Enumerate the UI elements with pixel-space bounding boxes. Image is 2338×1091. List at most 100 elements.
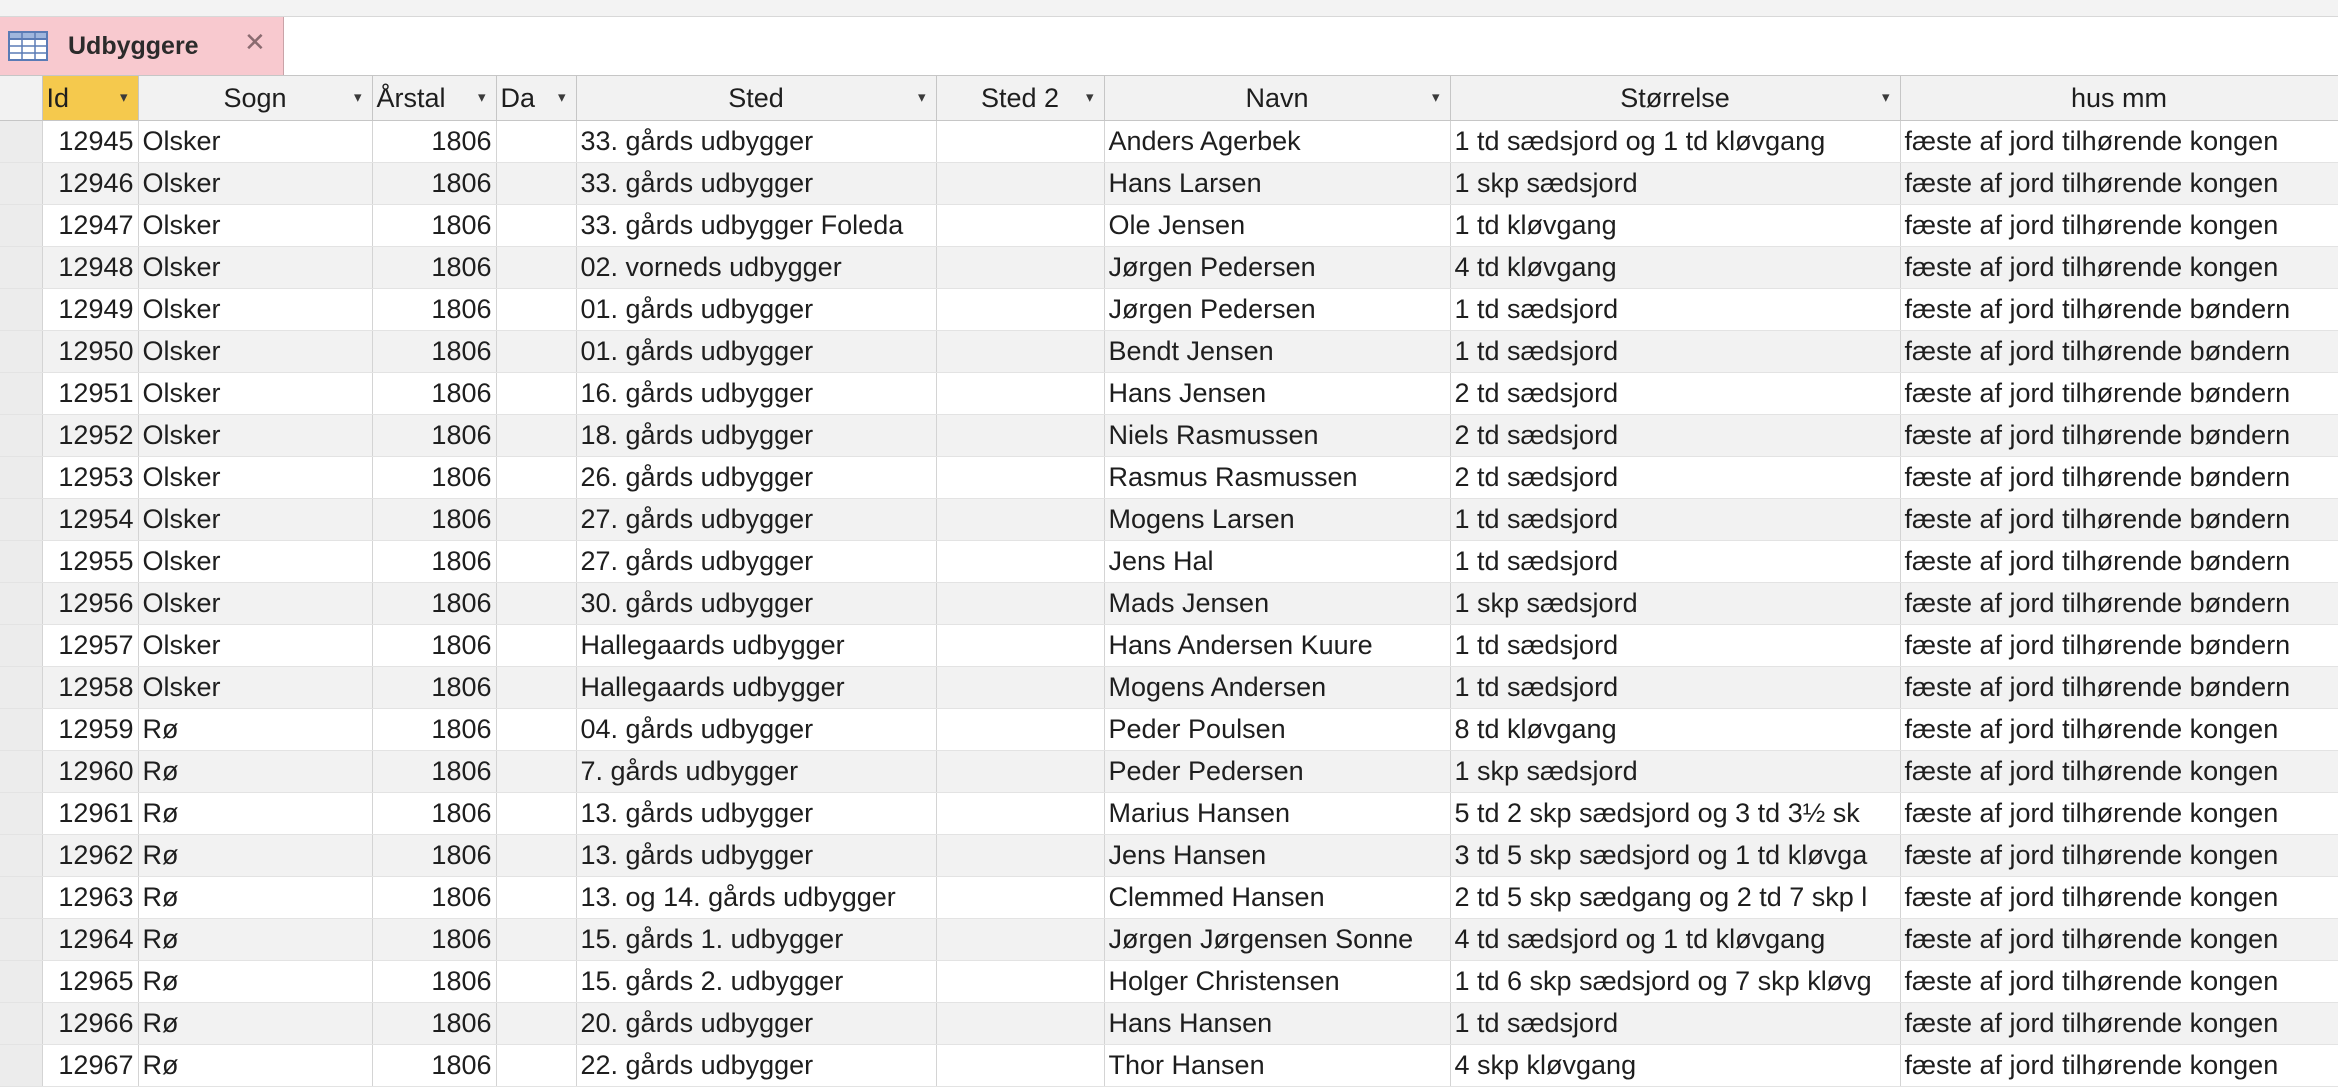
table-row[interactable]: 12953 Olsker 1806 26. gårds udbygger Rasmus …: [0, 456, 2338, 499]
cell-navn[interactable]: Jørgen Pedersen: [1104, 288, 1451, 331]
table-row[interactable]: 12957 Olsker 1806 Hallegaards udbygger Hans …: [0, 624, 2338, 667]
record-selector[interactable]: [0, 540, 43, 583]
cell-navn[interactable]: Jens Hal: [1104, 540, 1451, 583]
record-selector[interactable]: [0, 750, 43, 793]
cell-id[interactable]: 12948: [42, 246, 139, 289]
cell-sted[interactable]: 16. gårds udbygger: [576, 372, 937, 415]
record-selector[interactable]: [0, 204, 43, 247]
cell-sted2[interactable]: [936, 456, 1105, 499]
cell-sted[interactable]: 7. gårds udbygger: [576, 750, 937, 793]
cell-husmm[interactable]: fæste af jord tilhørende bøndern: [1900, 456, 2338, 499]
column-header-sogn[interactable]: Sogn ▾: [138, 76, 373, 121]
cell-da[interactable]: [496, 1044, 577, 1087]
cell-sted[interactable]: 13. og 14. gårds udbygger: [576, 876, 937, 919]
cell-navn[interactable]: Holger Christensen: [1104, 960, 1451, 1003]
cell-navn[interactable]: Jens Hansen: [1104, 834, 1451, 877]
record-selector[interactable]: [0, 708, 43, 751]
cell-sted2[interactable]: [936, 1044, 1105, 1087]
column-header-aarstal[interactable]: Årstal ▾: [372, 76, 497, 121]
table-row[interactable]: 12963 Rø 1806 13. og 14. gårds udbygger Clem…: [0, 876, 2338, 919]
table-row[interactable]: 12951 Olsker 1806 16. gårds udbygger Hans Je…: [0, 372, 2338, 415]
filter-dropdown-icon[interactable]: ▾: [1086, 76, 1094, 120]
cell-sted[interactable]: 27. gårds udbygger: [576, 498, 937, 541]
column-header-navn[interactable]: Navn ▾: [1104, 76, 1451, 121]
cell-husmm[interactable]: fæste af jord tilhørende bøndern: [1900, 624, 2338, 667]
cell-navn[interactable]: Peder Pedersen: [1104, 750, 1451, 793]
cell-aarstal[interactable]: 1806: [372, 876, 497, 919]
cell-id[interactable]: 12949: [42, 288, 139, 331]
document-tab-udbyggere[interactable]: Udbyggere ✕: [0, 17, 284, 75]
cell-sogn[interactable]: Olsker: [138, 372, 373, 415]
cell-aarstal[interactable]: 1806: [372, 498, 497, 541]
cell-husmm[interactable]: fæste af jord tilhørende bøndern: [1900, 288, 2338, 331]
select-all-corner[interactable]: [0, 76, 43, 121]
cell-husmm[interactable]: fæste af jord tilhørende bøndern: [1900, 414, 2338, 457]
cell-sogn[interactable]: Rø: [138, 834, 373, 877]
cell-stoerrelse[interactable]: 1 skp sædsjord: [1450, 162, 1901, 205]
table-row[interactable]: 12966 Rø 1806 20. gårds udbygger Hans Hansen…: [0, 1002, 2338, 1045]
cell-sted[interactable]: 30. gårds udbygger: [576, 582, 937, 625]
cell-stoerrelse[interactable]: 1 td 6 skp sædsjord og 7 skp kløvg: [1450, 960, 1901, 1003]
cell-aarstal[interactable]: 1806: [372, 414, 497, 457]
cell-da[interactable]: [496, 582, 577, 625]
cell-da[interactable]: [496, 918, 577, 961]
table-row[interactable]: 12956 Olsker 1806 30. gårds udbygger Mads Je…: [0, 582, 2338, 625]
cell-id[interactable]: 12951: [42, 372, 139, 415]
column-header-id[interactable]: Id ▾: [42, 76, 139, 121]
cell-sogn[interactable]: Olsker: [138, 330, 373, 373]
cell-sted[interactable]: 02. vorneds udbygger: [576, 246, 937, 289]
record-selector[interactable]: [0, 162, 43, 205]
cell-sted2[interactable]: [936, 792, 1105, 835]
cell-navn[interactable]: Marius Hansen: [1104, 792, 1451, 835]
cell-sted[interactable]: 22. gårds udbygger: [576, 1044, 937, 1087]
cell-aarstal[interactable]: 1806: [372, 834, 497, 877]
cell-navn[interactable]: Ole Jensen: [1104, 204, 1451, 247]
cell-da[interactable]: [496, 750, 577, 793]
record-selector[interactable]: [0, 414, 43, 457]
cell-sted[interactable]: 15. gårds 1. udbygger: [576, 918, 937, 961]
table-row[interactable]: 12950 Olsker 1806 01. gårds udbygger Bendt J…: [0, 330, 2338, 373]
cell-sogn[interactable]: Rø: [138, 918, 373, 961]
cell-navn[interactable]: Bendt Jensen: [1104, 330, 1451, 373]
cell-navn[interactable]: Jørgen Jørgensen Sonne: [1104, 918, 1451, 961]
cell-aarstal[interactable]: 1806: [372, 204, 497, 247]
cell-sted2[interactable]: [936, 204, 1105, 247]
cell-stoerrelse[interactable]: 1 td sædsjord: [1450, 330, 1901, 373]
cell-husmm[interactable]: fæste af jord tilhørende kongen: [1900, 1002, 2338, 1045]
cell-aarstal[interactable]: 1806: [372, 582, 497, 625]
cell-id[interactable]: 12959: [42, 708, 139, 751]
cell-sogn[interactable]: Rø: [138, 792, 373, 835]
record-selector[interactable]: [0, 834, 43, 877]
cell-da[interactable]: [496, 288, 577, 331]
cell-id[interactable]: 12954: [42, 498, 139, 541]
record-selector[interactable]: [0, 792, 43, 835]
cell-sted2[interactable]: [936, 330, 1105, 373]
cell-aarstal[interactable]: 1806: [372, 960, 497, 1003]
cell-sted2[interactable]: [936, 960, 1105, 1003]
table-row[interactable]: 12945 Olsker 1806 33. gårds udbygger Anders …: [0, 120, 2338, 163]
cell-aarstal[interactable]: 1806: [372, 666, 497, 709]
cell-husmm[interactable]: fæste af jord tilhørende kongen: [1900, 162, 2338, 205]
cell-id[interactable]: 12963: [42, 876, 139, 919]
cell-sted[interactable]: Hallegaards udbygger: [576, 666, 937, 709]
cell-husmm[interactable]: fæste af jord tilhørende kongen: [1900, 960, 2338, 1003]
cell-sogn[interactable]: Olsker: [138, 414, 373, 457]
cell-sogn[interactable]: Rø: [138, 708, 373, 751]
cell-sted2[interactable]: [936, 834, 1105, 877]
cell-navn[interactable]: Rasmus Rasmussen: [1104, 456, 1451, 499]
cell-sogn[interactable]: Olsker: [138, 162, 373, 205]
cell-stoerrelse[interactable]: 1 td sædsjord: [1450, 1002, 1901, 1045]
cell-sted[interactable]: 13. gårds udbygger: [576, 834, 937, 877]
cell-aarstal[interactable]: 1806: [372, 624, 497, 667]
cell-da[interactable]: [496, 1002, 577, 1045]
table-row[interactable]: 12959 Rø 1806 04. gårds udbygger Peder Pouls…: [0, 708, 2338, 751]
cell-sted[interactable]: 18. gårds udbygger: [576, 414, 937, 457]
cell-id[interactable]: 12946: [42, 162, 139, 205]
filter-dropdown-icon[interactable]: ▾: [558, 76, 566, 120]
cell-sted2[interactable]: [936, 666, 1105, 709]
filter-dropdown-icon[interactable]: ▾: [120, 76, 128, 120]
cell-navn[interactable]: Thor Hansen: [1104, 1044, 1451, 1087]
cell-husmm[interactable]: fæste af jord tilhørende kongen: [1900, 876, 2338, 919]
cell-sted2[interactable]: [936, 750, 1105, 793]
cell-husmm[interactable]: fæste af jord tilhørende kongen: [1900, 246, 2338, 289]
